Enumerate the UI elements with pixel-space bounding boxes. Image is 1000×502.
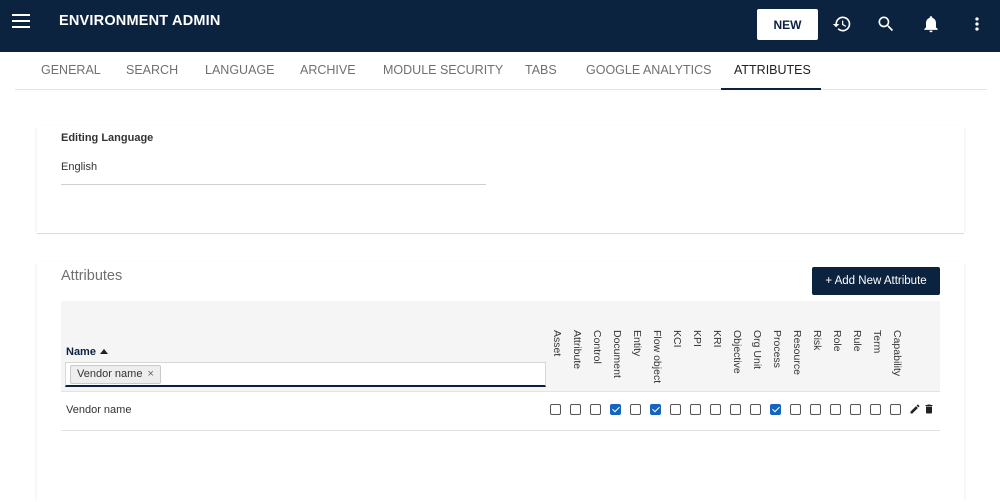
filter-chip: Vendor name × — [70, 365, 161, 384]
checkbox-entity[interactable] — [630, 404, 641, 415]
history-icon[interactable] — [828, 10, 856, 38]
column-header-label: Document — [611, 330, 623, 378]
column-header-term: Term — [870, 330, 884, 386]
app-title: ENVIRONMENT ADMIN — [59, 13, 221, 29]
checkbox-kci[interactable] — [670, 404, 681, 415]
tab-attributes[interactable]: ATTRIBUTES — [734, 52, 811, 90]
column-header-label: Entity — [631, 330, 643, 357]
checkbox-objective[interactable] — [730, 404, 741, 415]
column-header-risk: Risk — [810, 330, 824, 386]
column-header-asset: Asset — [550, 330, 564, 386]
more-vert-icon[interactable] — [963, 10, 991, 38]
settings-tabs: GENERAL SEARCH LANGUAGE ARCHIVE MODULE S… — [15, 52, 987, 90]
column-header-label: Rule — [851, 330, 863, 352]
app-bar: ENVIRONMENT ADMIN NEW — [0, 0, 1000, 52]
checkbox-document[interactable] — [610, 404, 621, 415]
sort-ascending-icon — [99, 349, 108, 354]
active-tab-indicator — [721, 88, 821, 90]
search-icon[interactable] — [872, 10, 900, 38]
edit-icon[interactable] — [909, 403, 921, 415]
column-header-entity: Entity — [630, 330, 644, 386]
column-header-attribute: Attribute — [570, 330, 584, 386]
tab-general[interactable]: GENERAL — [41, 52, 101, 90]
checkbox-risk[interactable] — [810, 404, 821, 415]
column-header-label: Objective — [731, 330, 743, 374]
column-header-label: Resource — [791, 330, 803, 375]
column-header-objective: Objective — [730, 330, 744, 386]
name-header-label: Name — [66, 346, 96, 358]
column-header-flow-object: Flow object — [650, 330, 664, 386]
filter-chip-label: Vendor name — [77, 368, 143, 380]
table-row — [61, 392, 940, 431]
column-header-label: Attribute — [571, 330, 583, 370]
column-header-label: Control — [591, 330, 603, 364]
new-button[interactable]: NEW — [757, 9, 818, 40]
tab-language[interactable]: LANGUAGE — [205, 52, 274, 90]
column-header-label: Asset — [551, 330, 563, 357]
add-new-attribute-button[interactable]: + Add New Attribute — [812, 267, 940, 295]
column-header-label: Capability — [891, 330, 903, 377]
tab-google-analytics[interactable]: GOOGLE ANALYTICS — [586, 52, 712, 90]
column-header-label: Process — [771, 330, 783, 368]
checkbox-rule[interactable] — [850, 404, 861, 415]
menu-icon[interactable] — [12, 14, 30, 28]
attribute-name-cell: Vendor name — [66, 404, 132, 416]
column-header-label: KCI — [671, 330, 683, 348]
checkbox-attribute[interactable] — [570, 404, 581, 415]
tab-archive[interactable]: ARCHIVE — [300, 52, 356, 90]
delete-icon[interactable] — [923, 403, 935, 415]
column-header-resource: Resource — [790, 330, 804, 386]
attributes-title: Attributes — [61, 268, 123, 284]
checkbox-kpi[interactable] — [690, 404, 701, 415]
checkbox-process[interactable] — [770, 404, 781, 415]
name-filter-input[interactable]: Vendor name × — [65, 362, 546, 387]
column-header-kri: KRI — [710, 330, 724, 386]
column-header-control: Control — [590, 330, 604, 386]
checkbox-capability[interactable] — [890, 404, 901, 415]
checkbox-term[interactable] — [870, 404, 881, 415]
column-header-rule: Rule — [850, 330, 864, 386]
column-header-label: Risk — [811, 330, 823, 351]
column-header-org-unit: Org Unit — [750, 330, 764, 386]
tab-module-security[interactable]: MODULE SECURITY — [383, 52, 503, 90]
editing-language-label: Editing Language — [61, 132, 154, 144]
column-header-process: Process — [770, 330, 784, 386]
column-header-document: Document — [610, 330, 624, 386]
name-column-header[interactable]: Name — [66, 346, 108, 358]
checkbox-role[interactable] — [830, 404, 841, 415]
column-header-kci: KCI — [670, 330, 684, 386]
checkbox-asset[interactable] — [550, 404, 561, 415]
tab-search[interactable]: SEARCH — [126, 52, 178, 90]
tab-tabs[interactable]: TABS — [525, 52, 557, 90]
bell-icon[interactable] — [917, 10, 945, 38]
column-header-label: KPI — [691, 330, 703, 347]
checkbox-kri[interactable] — [710, 404, 721, 415]
column-header-role: Role — [830, 330, 844, 386]
column-header-label: Org Unit — [751, 330, 763, 370]
editing-language-card — [37, 126, 964, 234]
column-header-label: Flow object — [651, 330, 663, 384]
column-header-kpi: KPI — [690, 330, 704, 386]
checkbox-resource[interactable] — [790, 404, 801, 415]
chip-remove-icon[interactable]: × — [147, 368, 153, 380]
editing-language-underline — [61, 184, 486, 185]
column-header-label: Role — [831, 330, 843, 352]
checkbox-flow-object[interactable] — [650, 404, 661, 415]
column-header-label: KRI — [711, 330, 723, 348]
checkbox-control[interactable] — [590, 404, 601, 415]
checkbox-org-unit[interactable] — [750, 404, 761, 415]
column-header-capability: Capability — [890, 330, 904, 386]
editing-language-select[interactable]: English — [61, 161, 97, 173]
column-header-label: Term — [871, 330, 883, 354]
